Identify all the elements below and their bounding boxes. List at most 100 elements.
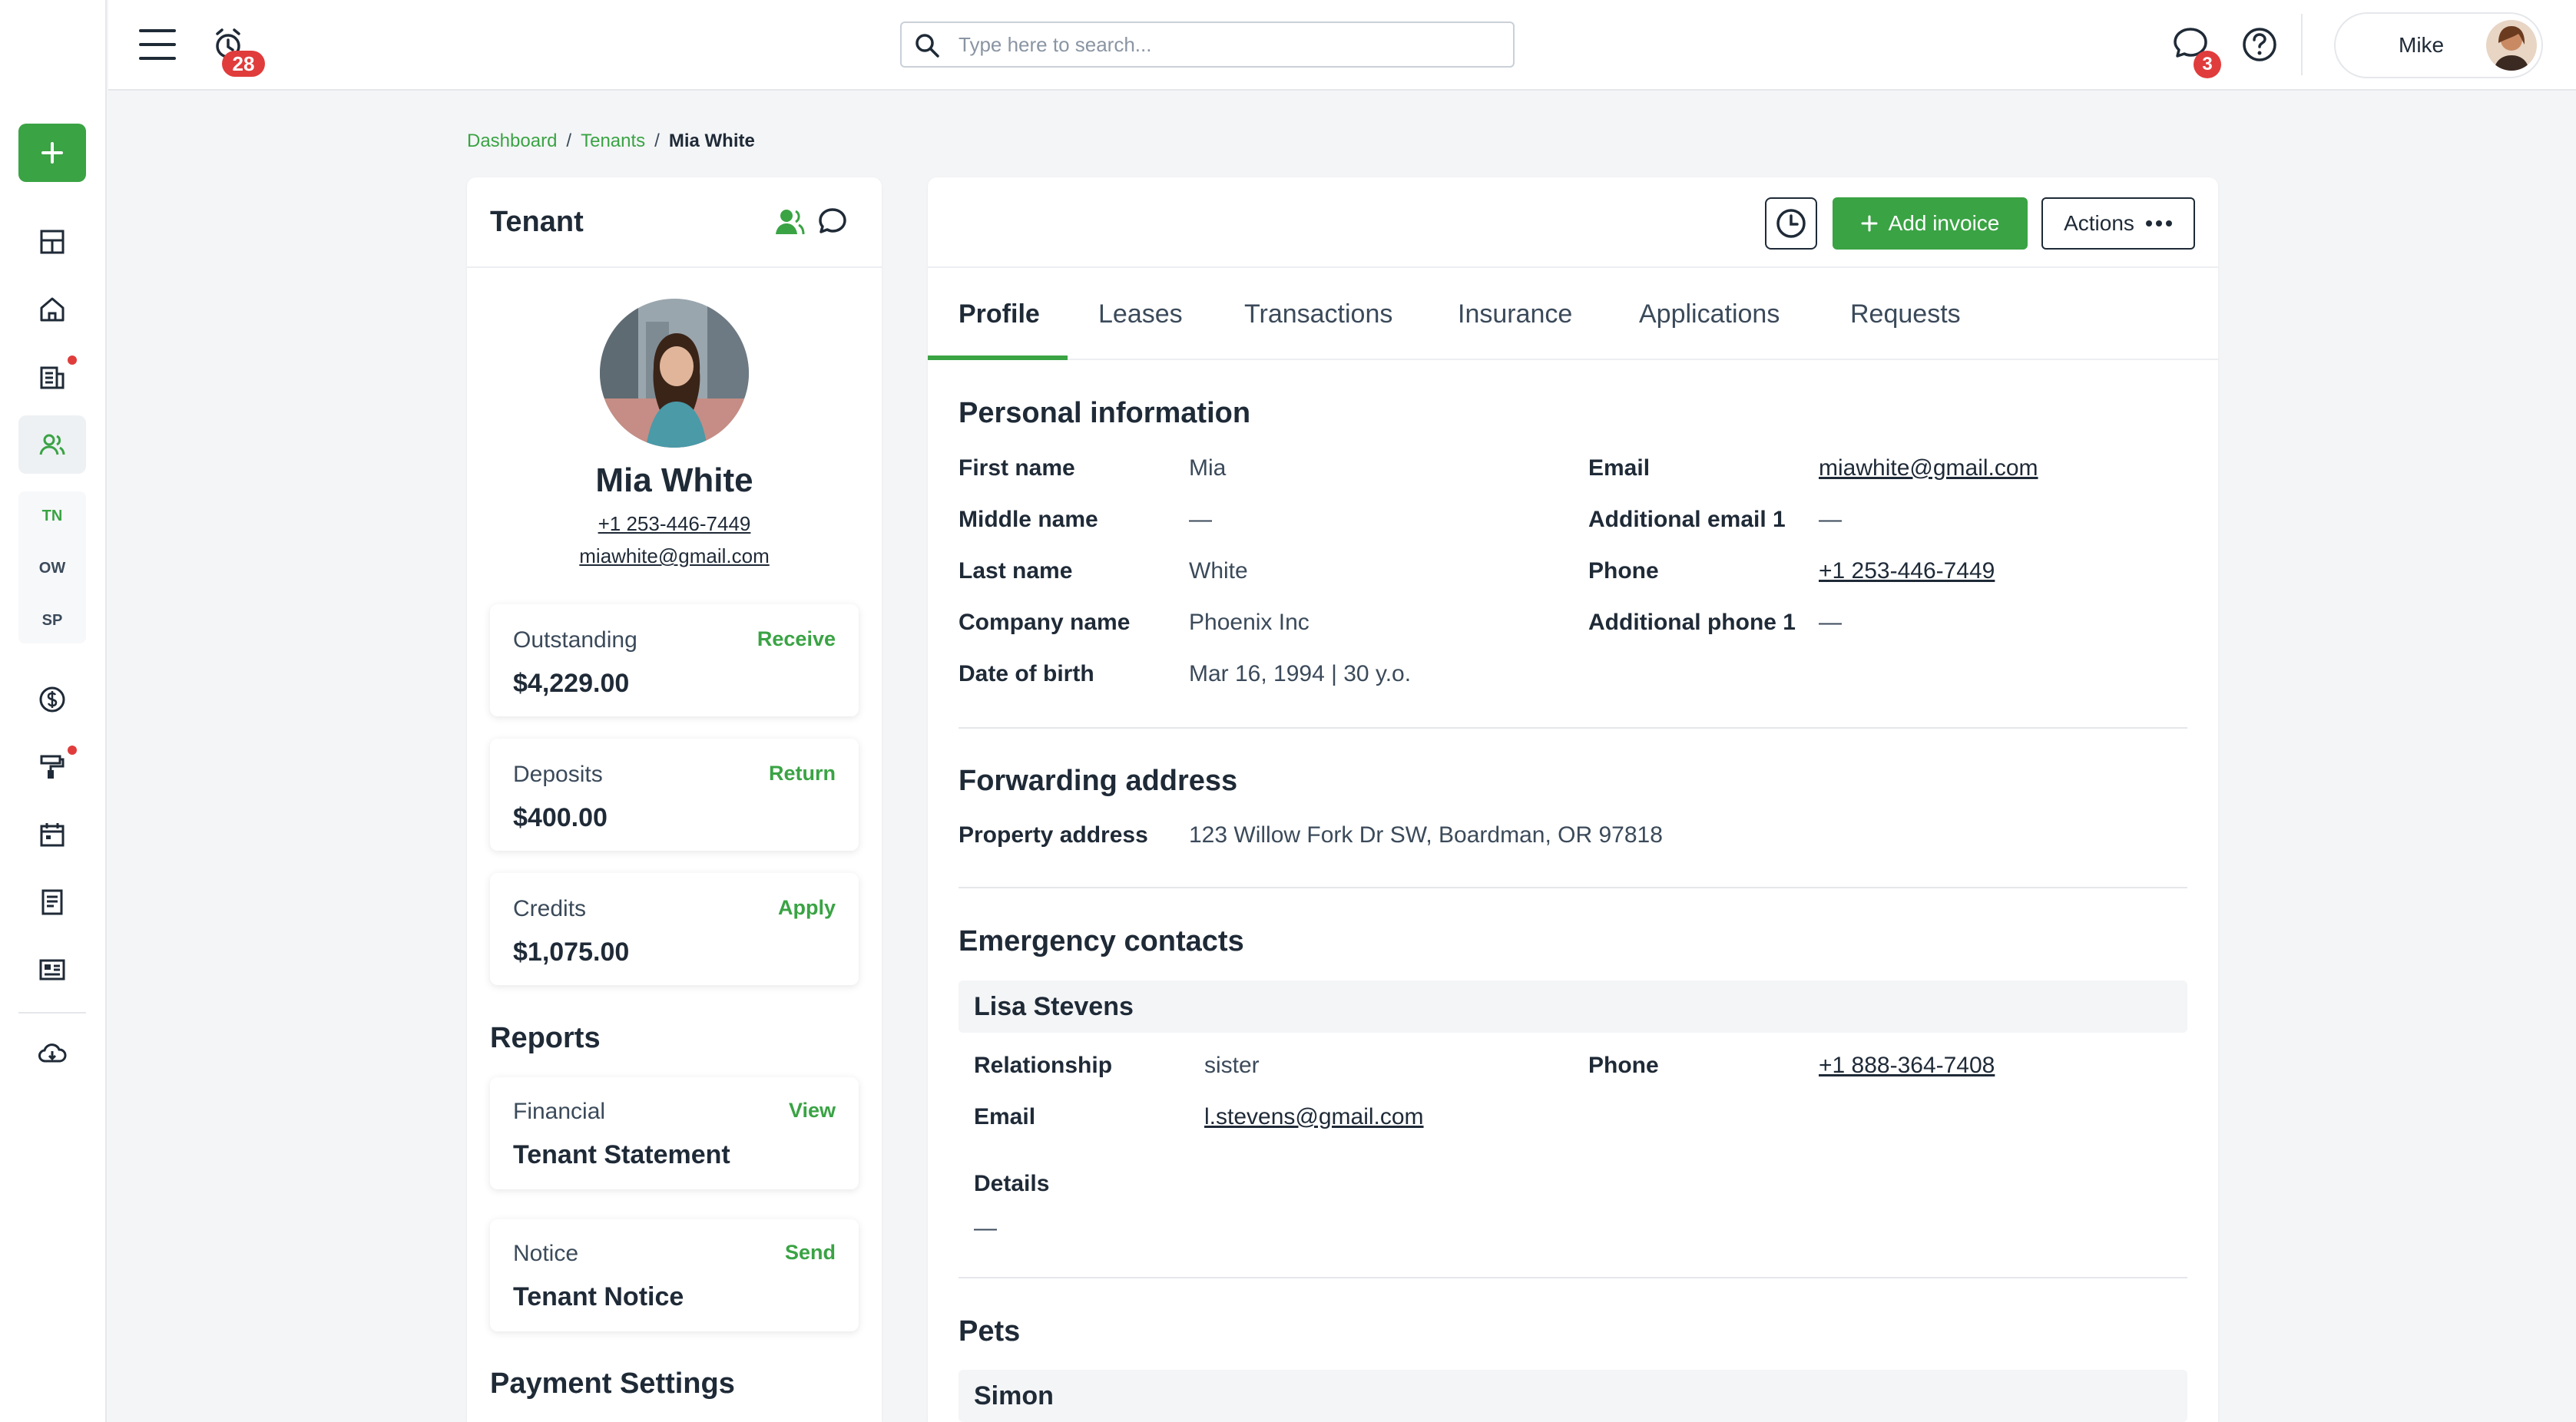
section-divider [959, 1277, 2187, 1278]
middle-name-value: — [1189, 507, 1212, 532]
alarm-button[interactable]: 28 [208, 23, 265, 77]
sidebar-item-download[interactable] [18, 1024, 86, 1083]
field-label: Property address [959, 822, 1148, 848]
additional-phone-value: — [1819, 610, 1842, 635]
sidebar-item-properties[interactable] [18, 280, 86, 339]
email-link[interactable]: miawhite@gmail.com [1819, 455, 2038, 481]
calendar-icon [40, 823, 65, 847]
field-label: Company name [959, 610, 1131, 635]
history-button[interactable] [1765, 197, 1817, 250]
report-category: Notice [513, 1241, 579, 1266]
emergency-email-link[interactable]: l.stevens@gmail.com [1204, 1104, 1424, 1130]
cloud-download-icon [38, 1043, 67, 1063]
left-sidebar: TN OW SP [0, 0, 107, 1422]
tenant-email-link[interactable]: miawhite@gmail.com [467, 544, 882, 568]
notification-dot [68, 746, 77, 755]
sidebar-subitem-owners[interactable]: OW [18, 548, 86, 588]
add-new-button[interactable] [18, 124, 86, 182]
actions-menu-button[interactable]: Actions [2041, 197, 2195, 250]
tab-profile[interactable]: Profile [959, 268, 1040, 360]
report-icon [39, 959, 65, 981]
view-report-link[interactable]: View [789, 1099, 836, 1123]
message-tenant-icon[interactable] [816, 205, 849, 239]
send-notice-link[interactable]: Send [785, 1241, 836, 1265]
outstanding-balance-card: Outstanding Receive $4,229.00 [490, 604, 859, 716]
tab-leases[interactable]: Leases [1098, 268, 1183, 360]
forwarding-address-heading: Forwarding address [959, 765, 1238, 797]
apply-credit-link[interactable]: Apply [778, 896, 836, 920]
tenant-details-panel: Add invoice Actions Profile Leases Trans… [928, 177, 2218, 1422]
tab-transactions[interactable]: Transactions [1244, 268, 1392, 360]
menu-toggle-button[interactable] [139, 28, 176, 61]
actions-label: Actions [2064, 211, 2134, 235]
tenant-name: Mia White [595, 461, 753, 499]
add-invoice-label: Add invoice [1888, 211, 2000, 235]
tenant-card-header: Tenant [467, 177, 882, 268]
field-label: Relationship [974, 1053, 1113, 1078]
more-dots-icon [2145, 220, 2172, 227]
top-bar: 28 Type here to search... 3 Mike [108, 0, 2576, 91]
alarm-count-badge: 28 [222, 51, 265, 77]
field-label: Phone [1588, 558, 1659, 584]
sidebar-item-dashboard[interactable] [18, 213, 86, 271]
return-deposit-link[interactable]: Return [769, 762, 836, 785]
field-label: Additional phone 1 [1588, 610, 1796, 635]
messages-button[interactable]: 3 [2169, 23, 2221, 78]
details-toolbar: Add invoice Actions [928, 177, 2218, 268]
credits-balance-card: Credits Apply $1,075.00 [490, 873, 859, 985]
sidebar-item-accounting[interactable] [18, 670, 86, 729]
help-button[interactable] [2238, 23, 2281, 66]
building-icon [40, 366, 65, 389]
tenant-photo [600, 299, 749, 448]
search-placeholder: Type here to search... [959, 32, 1152, 56]
property-address-value: 123 Willow Fork Dr SW, Boardman, OR 9781… [1189, 822, 1663, 848]
sidebar-item-reports[interactable] [18, 941, 86, 999]
details-value: — [974, 1215, 997, 1241]
tenant-phone-link[interactable]: +1 253-446-7449 [467, 512, 882, 536]
breadcrumb-current: Mia White [668, 131, 755, 151]
field-label: Email [1588, 455, 1651, 481]
sidebar-item-documents[interactable] [18, 873, 86, 931]
add-invoice-button[interactable]: Add invoice [1833, 197, 2028, 250]
user-name: Mike [2399, 33, 2445, 57]
sidebar-subitem-service-pros[interactable]: SP [18, 600, 86, 640]
tab-requests[interactable]: Requests [1850, 268, 1961, 360]
plus-icon [1861, 215, 1878, 232]
notice-report-card: Notice Send Tenant Notice [490, 1219, 859, 1331]
field-label: Middle name [959, 507, 1098, 532]
tab-insurance[interactable]: Insurance [1458, 268, 1572, 360]
reports-heading: Reports [490, 1022, 601, 1054]
paint-roller-icon [40, 755, 65, 779]
dollar-icon [39, 686, 65, 713]
phone-link[interactable]: +1 253-446-7449 [1819, 558, 1995, 584]
emergency-contacts-heading: Emergency contacts [959, 925, 1244, 957]
header-divider [2301, 14, 2303, 75]
help-icon [2243, 28, 2276, 61]
additional-email-value: — [1819, 507, 1842, 532]
clock-icon [1776, 209, 1806, 238]
dashboard-icon [40, 230, 65, 254]
sidebar-item-maintenance[interactable] [18, 738, 86, 796]
notification-dot [68, 356, 77, 365]
report-name: Tenant Statement [513, 1140, 730, 1169]
sidebar-subitem-tenants[interactable]: TN [18, 496, 86, 536]
field-label: Additional email 1 [1588, 507, 1786, 532]
sidebar-item-calendar[interactable] [18, 805, 86, 864]
tenant-portal-icon[interactable] [773, 205, 806, 239]
document-icon [41, 889, 63, 915]
sidebar-item-people[interactable] [18, 415, 86, 474]
report-name: Tenant Notice [513, 1282, 684, 1311]
field-label: Phone [1588, 1053, 1659, 1078]
financial-report-card: Financial View Tenant Statement [490, 1077, 859, 1189]
receive-payment-link[interactable]: Receive [757, 627, 836, 651]
user-menu-button[interactable]: Mike [2334, 12, 2543, 78]
breadcrumb-separator: / [566, 131, 572, 151]
breadcrumb-tenants[interactable]: Tenants [581, 131, 645, 152]
tab-applications[interactable]: Applications [1639, 268, 1780, 360]
breadcrumb-dashboard[interactable]: Dashboard [467, 131, 557, 152]
field-label: Date of birth [959, 661, 1094, 686]
sidebar-item-buildings[interactable] [18, 348, 86, 406]
search-input[interactable]: Type here to search... [900, 21, 1515, 68]
emergency-phone-link[interactable]: +1 888-364-7408 [1819, 1053, 1995, 1079]
company-value: Phoenix Inc [1189, 610, 1310, 635]
